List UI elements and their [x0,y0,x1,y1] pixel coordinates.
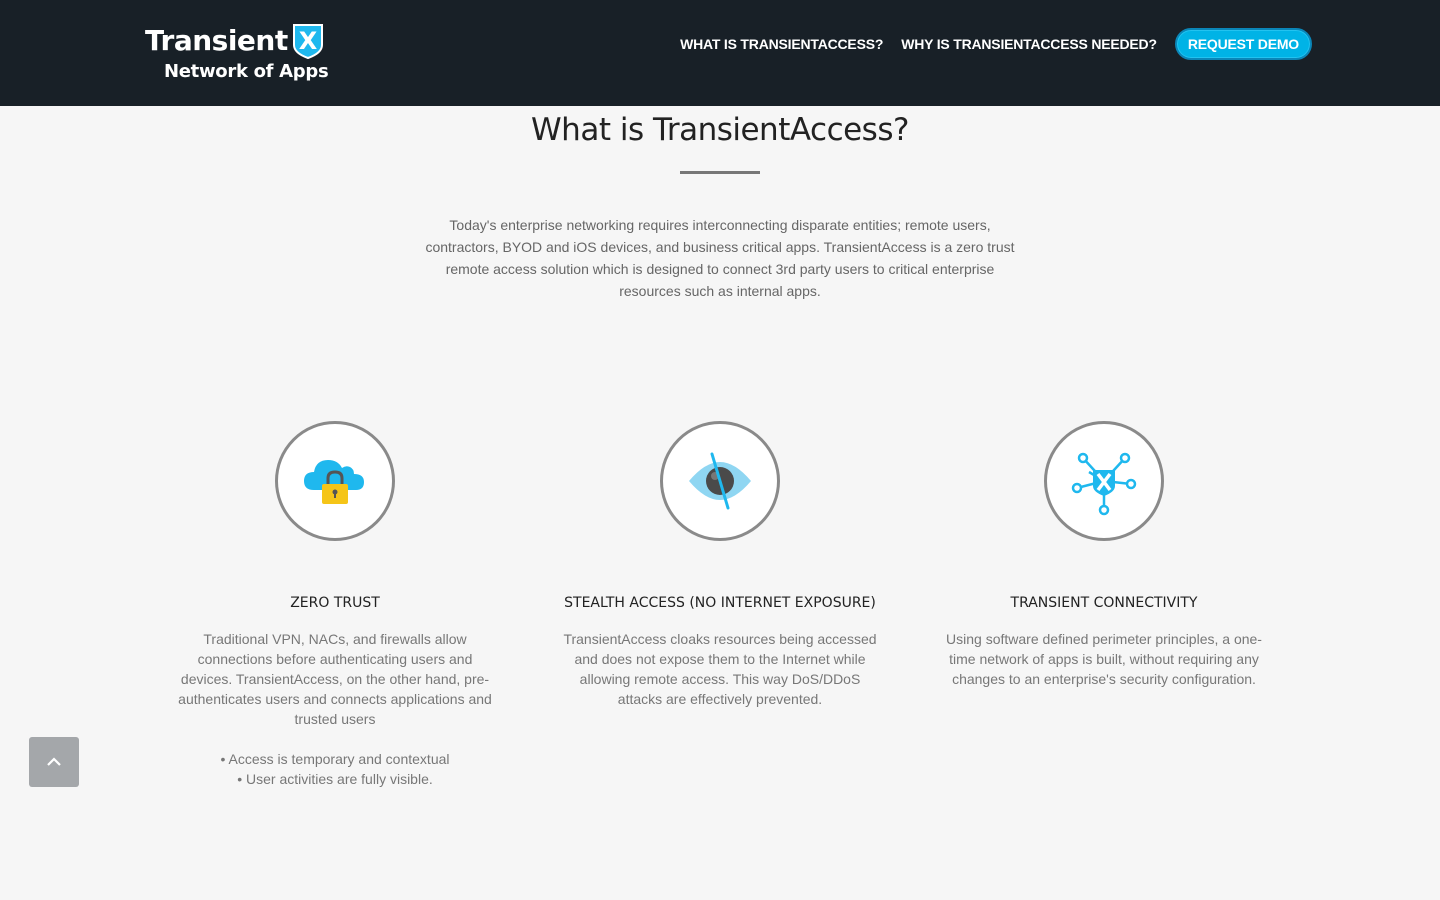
scroll-to-top-button[interactable] [29,737,79,787]
title-divider [680,171,760,174]
section-intro: Today's enterprise networking requires i… [425,217,1015,299]
feature-bullets: • Access is temporary and contextual • U… [170,749,500,789]
feature-title: TRANSIENT CONNECTIVITY [1010,595,1198,611]
feature-title: ZERO TRUST [290,595,380,611]
logo-tagline: Network of Apps [164,61,329,82]
feature-icon-circle [275,421,395,541]
feature-icon-circle [660,421,780,541]
site-header: Transient X Network of Apps WHAT IS TRAN… [0,0,1440,106]
feature-zero-trust: ZERO TRUST Traditional VPN, NACs, and fi… [170,421,500,789]
logo-x-letter: X [298,27,317,55]
feature-text: Using software defined perimeter princip… [946,631,1262,687]
logo-word: Transient [145,24,288,57]
logo-top: Transient X [145,22,345,60]
section-title: What is TransientAccess? [531,112,909,148]
main-nav: WHAT IS TRANSIENTACCESS? WHY IS TRANSIEN… [662,28,1312,60]
nav-what-is[interactable]: WHAT IS TRANSIENTACCESS? [680,36,883,52]
feature-text: TransientAccess cloaks resources being a… [563,631,877,707]
chevron-up-icon [47,757,61,766]
brand-logo[interactable]: Transient X Network of Apps [145,22,345,84]
feature-icon-circle [1044,421,1164,541]
logo-x-icon: X [292,24,323,59]
network-hub-icon [1071,452,1137,516]
feature-text: Traditional VPN, NACs, and firewalls all… [178,631,492,727]
nav-why-needed[interactable]: WHY IS TRANSIENTACCESS NEEDED? [901,36,1157,52]
hidden-eye-icon [689,452,751,510]
request-demo-button[interactable]: REQUEST DEMO [1174,28,1312,60]
feature-title: STEALTH ACCESS (NO INTERNET EXPOSURE) [564,595,876,611]
feature-transient-connectivity: TRANSIENT CONNECTIVITY Using software de… [939,421,1269,689]
feature-bullet: • Access is temporary and contextual [220,751,450,767]
feature-stealth-access: STEALTH ACCESS (NO INTERNET EXPOSURE) Tr… [555,421,885,709]
feature-bullet: • User activities are fully visible. [237,771,433,787]
cloud-lock-icon [304,460,364,504]
